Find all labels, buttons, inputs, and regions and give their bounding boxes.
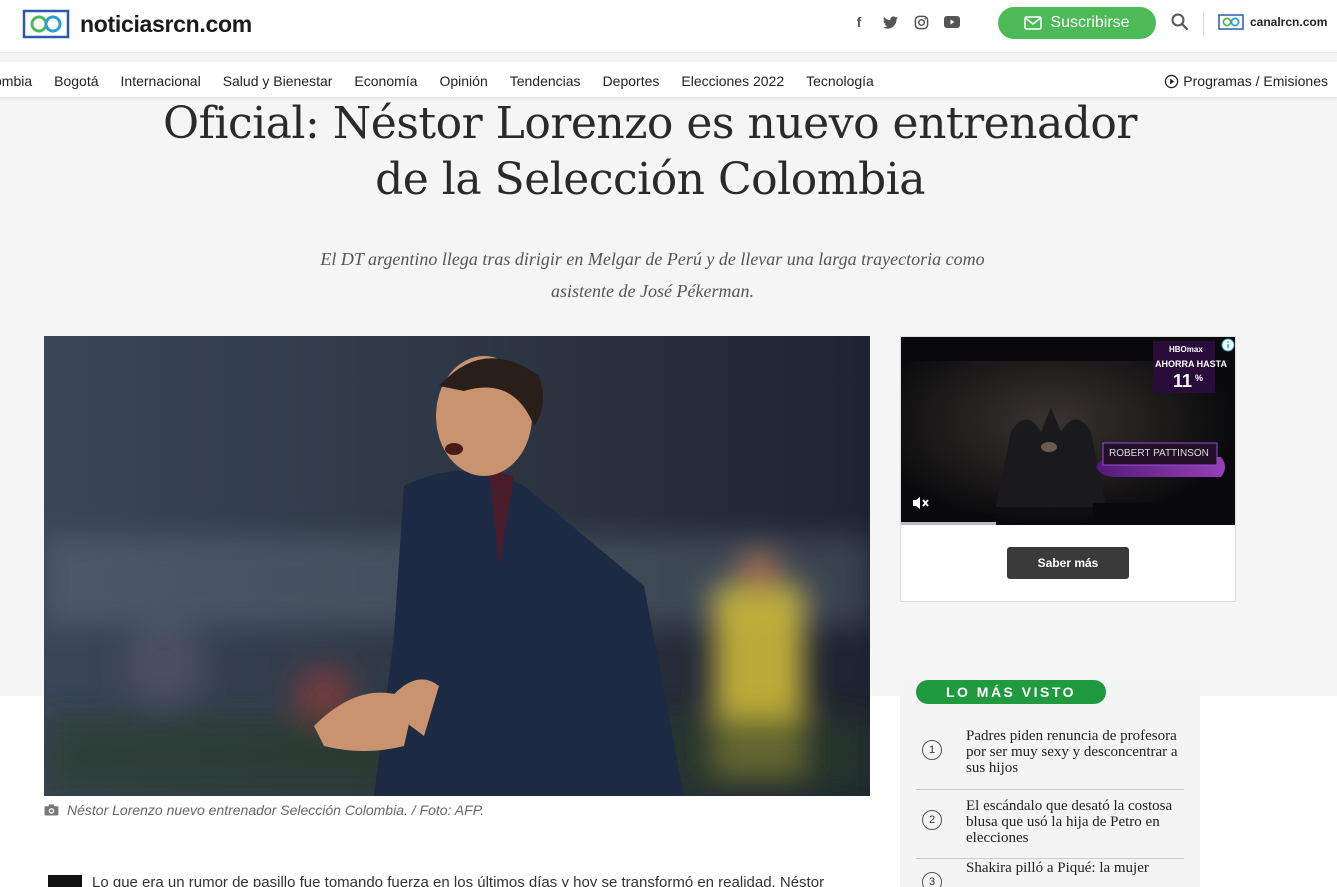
mail-icon [1024,16,1043,30]
nav-item-deportes[interactable]: Deportes [603,73,660,89]
most-viewed-heading: LO MÁS VISTO [916,680,1106,704]
canalrcn-text: canalrcn.com [1250,15,1328,29]
most-viewed-item[interactable]: 1 Padres piden renuncia de profesora por… [916,728,1184,776]
nav-item-internacional[interactable]: Internacional [121,73,201,89]
nav-item-colombia[interactable]: ombia [0,73,32,89]
main-nav: ombia Bogotá Internacional Salud y Biene… [0,62,1337,98]
ad-promo-unit: % [1195,373,1204,383]
canalrcn-link[interactable]: canalrcn.com [1218,14,1327,30]
advertisement[interactable]: HBOmax AHORRA HASTA 11 % ROBERT PATTINSO… [900,336,1236,602]
nav-item-tendencias[interactable]: Tendencias [510,73,581,89]
mute-icon[interactable] [911,495,929,511]
camera-icon [44,804,59,816]
ad-actor-label: ROBERT PATTINSON [1109,448,1209,459]
ad-promo-label: AHORRA HASTA [1155,359,1227,369]
subscribe-button[interactable]: Suscribirse [998,7,1156,39]
article-title: Oficial: Néstor Lorenzo es nuevo entrena… [163,98,1137,205]
nav-item-bogota[interactable]: Bogotá [54,73,98,89]
search-icon[interactable] [1170,12,1190,32]
site-logo[interactable]: noticiasrcn.com [22,9,252,39]
most-viewed-item[interactable]: 3 Shakira pilló a Piqué: la mujer [916,860,1184,887]
header-divider [1203,12,1204,36]
programs-link[interactable]: Programas / Emisiones [1164,73,1328,89]
caption-text: Néstor Lorenzo nuevo entrenador Selecció… [67,802,485,818]
ad-brand: HBOmax [1169,345,1203,354]
most-viewed-panel [900,680,1200,887]
nav-item-salud[interactable]: Salud y Bienestar [223,73,333,89]
most-viewed-title: El escándalo que desató la costosa blusa… [966,798,1173,846]
most-viewed-title: Padres piden renuncia de profesora por s… [966,728,1178,776]
nav-item-opinion[interactable]: Opinión [439,73,487,89]
facebook-icon[interactable]: f [850,12,868,32]
dropcap-block [48,874,82,887]
subscribe-label: Suscribirse [1050,14,1130,31]
most-viewed-title: Shakira pilló a Piqué: la mujer [966,860,1149,876]
instagram-icon[interactable] [912,12,930,32]
play-circle-icon [1165,74,1179,88]
nav-item-economia[interactable]: Economía [354,73,417,89]
image-caption: Néstor Lorenzo nuevo entrenador Selecció… [44,802,484,818]
most-viewed-number: 2 [922,810,942,830]
ad-cta-button[interactable]: Saber más [1007,547,1129,579]
ad-promo-value: 11 [1173,371,1193,391]
article-subtitle: El DT argentino llega tras dirigir en Me… [320,249,985,301]
article-body-text: Lo que era un rumor de pasillo fue toman… [92,874,825,887]
most-viewed-number: 1 [922,740,942,760]
site-header: noticiasrcn.com f Suscribirse canalrcn.c… [0,0,1337,53]
rcn-logo-icon [22,9,70,39]
most-viewed-item[interactable]: 2 El escándalo que desató la costosa blu… [916,798,1184,846]
article-hero-image [44,336,870,796]
canalrcn-logo-icon [1218,14,1244,30]
article-body-start: Lo que era un rumor de pasillo fue toman… [48,874,824,887]
twitter-icon[interactable] [881,12,899,32]
hero-photo [44,336,870,796]
ad-video[interactable]: HBOmax AHORRA HASTA 11 % ROBERT PATTINSO… [901,337,1235,525]
programs-label: Programas / Emisiones [1183,73,1328,89]
site-logo-text: noticiasrcn.com [80,10,252,37]
list-divider [916,789,1184,790]
most-viewed-number: 3 [922,872,942,887]
ad-info-icon[interactable] [1221,338,1235,352]
youtube-icon[interactable] [943,12,961,32]
list-divider [916,858,1184,859]
nav-item-elecciones[interactable]: Elecciones 2022 [681,73,784,89]
nav-item-tecnologia[interactable]: Tecnología [806,73,874,89]
social-links: f [850,12,961,32]
nav-items: ombia Bogotá Internacional Salud y Biene… [0,73,896,89]
